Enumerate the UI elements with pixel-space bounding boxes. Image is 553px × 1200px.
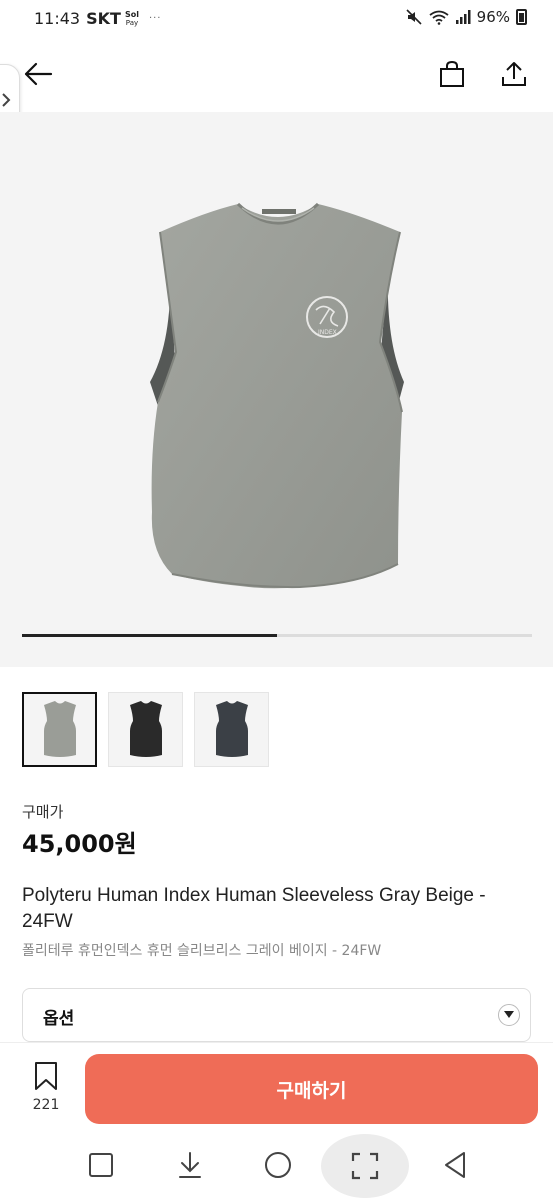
product-title-ko: 폴리테루 휴먼인덱스 휴먼 슬리브리스 그레이 베이지 - 24FW	[22, 943, 382, 959]
status-left: 11:43 SKT Sol Pay ···	[34, 9, 162, 28]
system-nav-bar	[0, 1130, 553, 1200]
charcoal-shirt-thumbnail-image	[215, 700, 248, 757]
more-notifications-icon: ···	[148, 13, 162, 24]
gray-shirt-thumbnail-image	[43, 700, 76, 757]
black-shirt-thumbnail-image	[129, 700, 162, 757]
share-button[interactable]	[494, 54, 534, 94]
battery-icon	[516, 9, 527, 25]
product-title-en: Polyteru Human Index Human Sleeveless Gr…	[22, 885, 486, 932]
option-select[interactable]: 옵션	[22, 988, 531, 1042]
carousel-progress-fill	[22, 634, 277, 637]
bottom-action-bar: 221 구매하기	[0, 1042, 553, 1130]
home-button[interactable]	[251, 1138, 305, 1192]
wifi-icon	[429, 10, 449, 25]
app-header	[0, 40, 553, 112]
chevron-right-icon	[2, 93, 11, 107]
shopping-bag-icon	[440, 60, 464, 87]
sleeveless-shirt-image: INDEX	[150, 202, 404, 589]
recent-apps-icon	[89, 1153, 113, 1177]
thumbnail-black[interactable]	[108, 692, 183, 767]
status-time: 11:43	[34, 9, 81, 28]
share-icon	[502, 62, 526, 86]
mute-icon	[406, 9, 422, 25]
bookmark-icon	[35, 1062, 57, 1090]
sol-label: Sol	[124, 9, 139, 19]
option-label: 옵션	[43, 1009, 75, 1029]
battery-percent: 96%	[476, 8, 510, 26]
download-button[interactable]	[163, 1138, 217, 1192]
status-carrier: SKT	[86, 9, 121, 28]
status-right: 96%	[405, 8, 527, 26]
price-value: 45,000원	[22, 830, 137, 858]
shopping-bag-button[interactable]	[432, 54, 472, 94]
arrow-down-icon	[179, 1152, 201, 1178]
caret-down-icon	[498, 1004, 520, 1026]
pay-label: Pay	[125, 18, 139, 27]
fullscreen-icon	[351, 1152, 379, 1180]
buy-button[interactable]: 구매하기	[85, 1054, 538, 1124]
recent-apps-button[interactable]	[74, 1138, 128, 1192]
svg-text:INDEX: INDEX	[318, 329, 337, 336]
signal-icon	[455, 10, 471, 24]
thumbnail-strip	[22, 692, 269, 767]
arrow-left-icon	[24, 62, 53, 86]
fullscreen-button[interactable]	[321, 1134, 409, 1198]
status-bar: 11:43 SKT Sol Pay ··· 96%	[0, 0, 553, 40]
product-image-carousel[interactable]: INDEX	[0, 112, 553, 667]
triangle-back-icon	[445, 1152, 465, 1178]
thumbnail-gray[interactable]	[22, 692, 97, 767]
bookmark-count: 221	[32, 1097, 60, 1113]
home-circle-icon	[265, 1152, 291, 1178]
back-nav-button[interactable]	[428, 1138, 482, 1192]
carousel-progress	[22, 634, 532, 637]
price-label: 구매가	[22, 803, 64, 821]
bookmark-button[interactable]: 221	[22, 1061, 70, 1121]
thumbnail-charcoal[interactable]	[194, 692, 269, 767]
back-button[interactable]	[18, 54, 58, 94]
sol-pay-icon: Sol Pay	[124, 9, 139, 27]
